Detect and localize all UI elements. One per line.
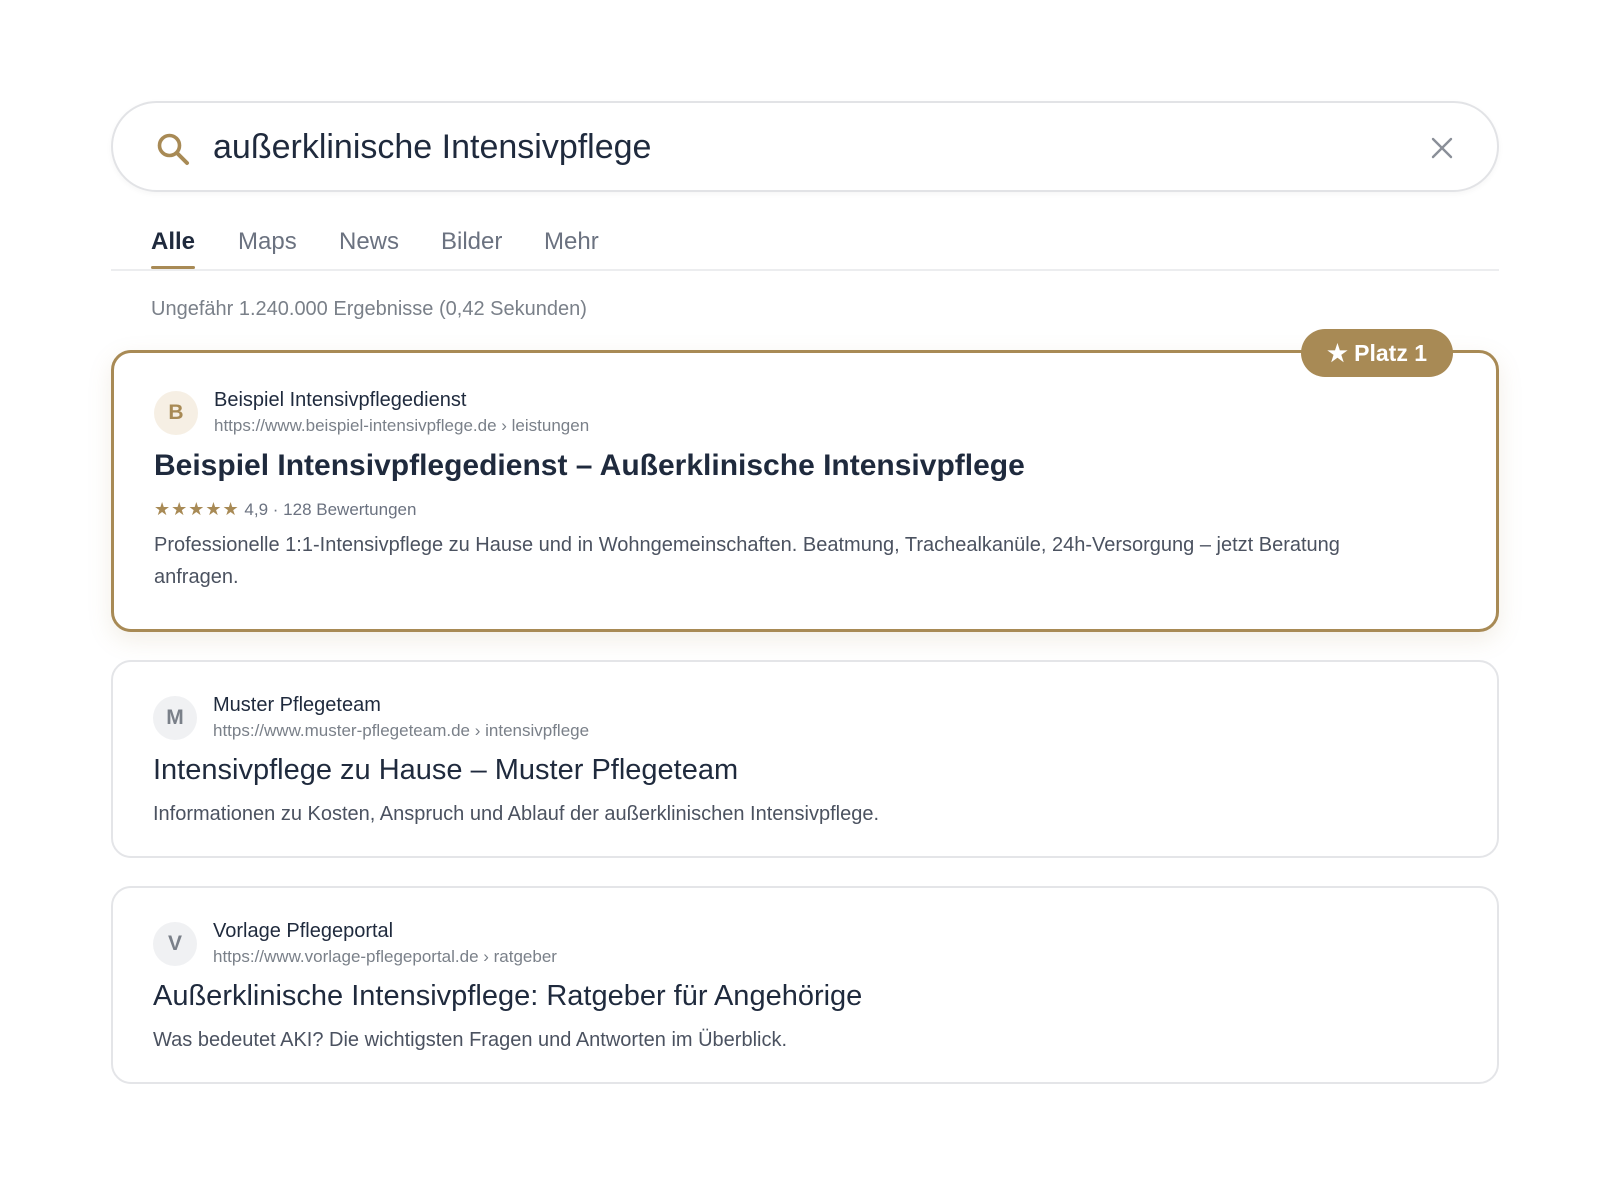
tab-bilder[interactable]: Bilder xyxy=(441,228,502,256)
search-bar xyxy=(111,101,1499,192)
site-favicon: B xyxy=(154,391,198,435)
tab-maps[interactable]: Maps xyxy=(238,228,297,256)
result-snippet: Informationen zu Kosten, Anspruch und Ab… xyxy=(153,803,880,825)
tab-news[interactable]: News xyxy=(339,228,399,256)
site-url[interactable]: https://www.beispiel-intensivpflege.de ›… xyxy=(214,416,589,436)
result-title-link[interactable]: Intensivpflege zu Hause – Muster Pfleget… xyxy=(153,754,738,787)
site-name[interactable]: Muster Pflegeteam xyxy=(213,694,381,717)
site-name[interactable]: Beispiel Intensivpflegedienst xyxy=(214,389,466,412)
search-icon[interactable] xyxy=(155,131,191,167)
site-favicon: V xyxy=(153,922,197,966)
site-url[interactable]: https://www.muster-pflegeteam.de › inten… xyxy=(213,721,589,741)
result-snippet: Professionelle 1:1-Intensivpflege zu Hau… xyxy=(154,534,1340,588)
close-icon[interactable] xyxy=(1429,135,1455,161)
rating-stars-icon: ★★★★★ xyxy=(154,499,240,519)
result-stats: Ungefähr 1.240.000 Ergebnisse (0,42 Seku… xyxy=(151,298,587,320)
result-title-link[interactable]: Außerklinische Intensivpflege: Ratgeber … xyxy=(153,980,862,1013)
search-tabs: Alle Maps News Bilder Mehr xyxy=(111,222,1499,271)
rating-text: 4,9 · 128 Bewertungen xyxy=(244,500,417,519)
rating: ★★★★★ 4,9 · 128 Bewertungen xyxy=(154,499,416,520)
result-card: M Muster Pflegeteam https://www.muster-p… xyxy=(111,660,1499,858)
result-title-link[interactable]: Beispiel Intensivpflegedienst – Außerkli… xyxy=(154,449,1025,483)
search-input[interactable] xyxy=(213,123,1373,171)
rank-badge: ★ Platz 1 xyxy=(1301,329,1453,377)
search-results-page: Alle Maps News Bilder Mehr Ungefähr 1.24… xyxy=(0,0,1600,1200)
result-snippet: Was bedeutet AKI? Die wichtigsten Fragen… xyxy=(153,1029,788,1051)
site-favicon: M xyxy=(153,696,197,740)
site-url[interactable]: https://www.vorlage-pflegeportal.de › ra… xyxy=(213,947,557,967)
tab-mehr[interactable]: Mehr xyxy=(544,228,599,256)
tab-alle[interactable]: Alle xyxy=(151,228,196,269)
result-card: V Vorlage Pflegeportal https://www.vorla… xyxy=(111,886,1499,1084)
site-name[interactable]: Vorlage Pflegeportal xyxy=(213,920,393,943)
result-card-featured: ★ Platz 1 B Beispiel Intensivpflegediens… xyxy=(111,329,1499,632)
